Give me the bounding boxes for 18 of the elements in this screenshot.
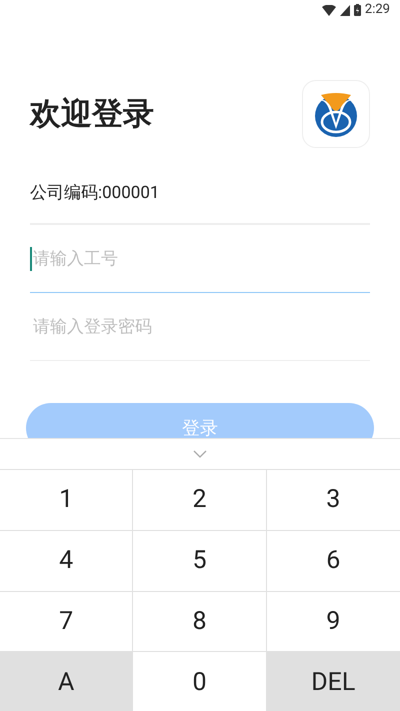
keypad-key[interactable]: 4 — [0, 530, 134, 592]
status-time: 2:29 — [364, 1, 390, 20]
app-logo — [302, 80, 370, 148]
keypad-key[interactable]: 7 — [0, 592, 134, 652]
keypad-key[interactable]: 2 — [133, 470, 267, 531]
keypad-key[interactable]: DEL — [266, 652, 400, 711]
keypad-key[interactable]: 1 — [0, 470, 134, 531]
keypad-key[interactable]: A — [0, 652, 134, 711]
welcome-title: 欢迎登录 — [30, 94, 154, 134]
input-field[interactable]: 请输入工号 — [30, 225, 370, 293]
signal-icon — [340, 4, 350, 16]
keypad-key[interactable]: 8 — [133, 592, 267, 652]
keypad-key[interactable]: 5 — [133, 530, 267, 592]
text-cursor — [30, 247, 32, 271]
company-code: 公司编码:000001 — [30, 182, 160, 206]
wifi-icon — [322, 4, 336, 16]
chevron-down-icon[interactable] — [193, 450, 207, 458]
battery-icon — [354, 4, 361, 16]
